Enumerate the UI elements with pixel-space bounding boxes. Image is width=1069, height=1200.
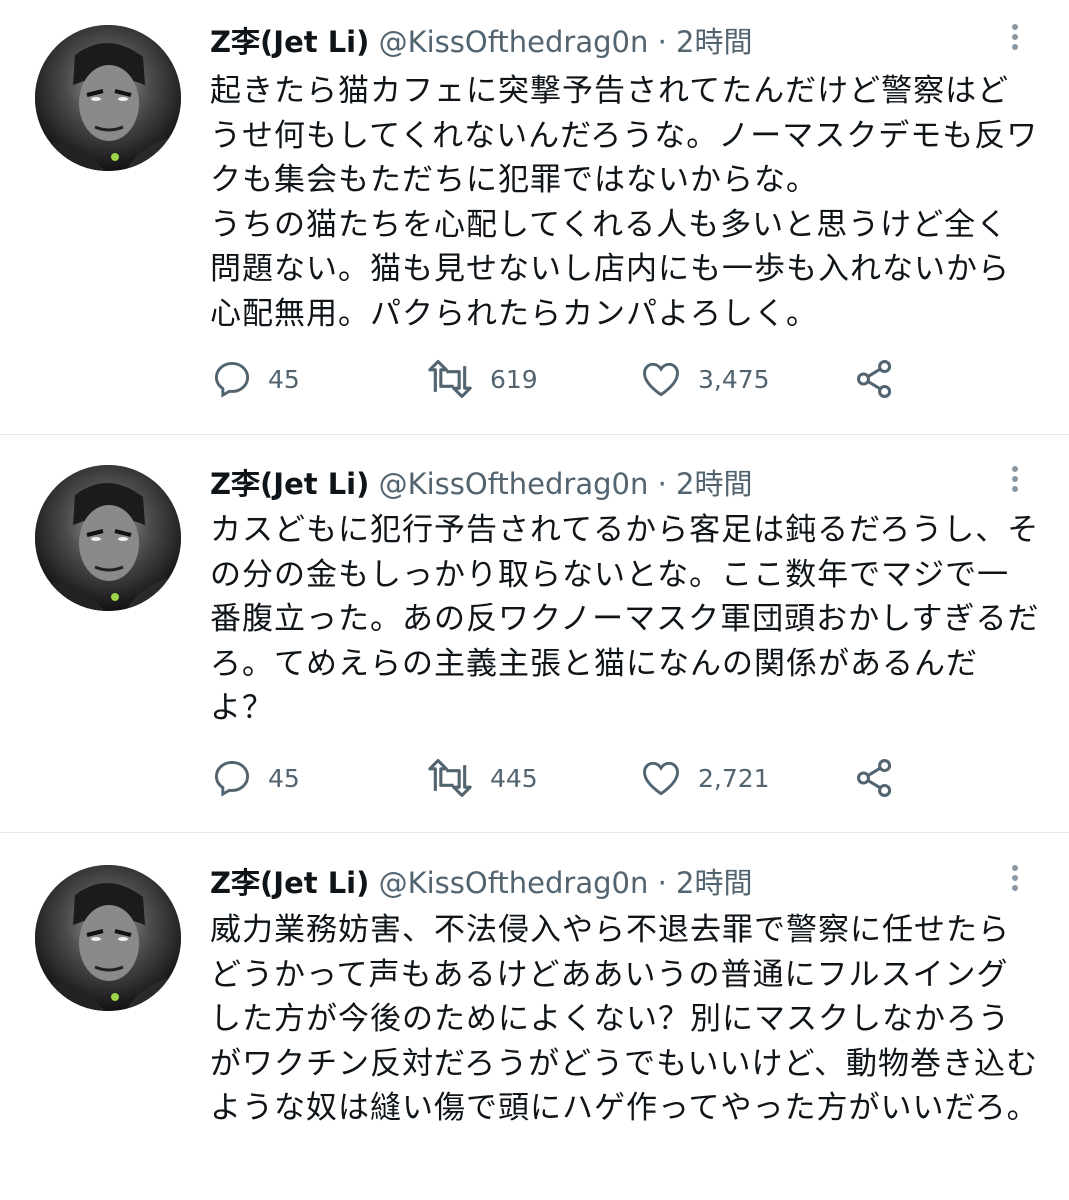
tweet-text: 起きたら猫カフェに突撃予告されてたんだけど警察はどうせ何もしてくれないんだろうな…: [210, 73, 1039, 332]
retweet-icon: [428, 759, 472, 797]
tweet-text: カスどもに犯行予告されてるから客足は鈍るだろうし、その分の金もしっかり取らないと…: [210, 512, 1040, 726]
more-options-icon[interactable]: [1005, 861, 1025, 901]
heart-icon: [643, 362, 679, 397]
retweet-button[interactable]: 445: [424, 753, 538, 803]
avatar[interactable]: [35, 25, 181, 171]
heart-icon: [643, 761, 679, 796]
avatar[interactable]: [35, 465, 181, 611]
avatar[interactable]: [35, 865, 181, 1011]
separator-dot: ·: [657, 866, 667, 900]
tweet-header: Z李(Jet Li) @KissOfthedrag0n · 2時間: [210, 464, 752, 504]
user-handle[interactable]: @KissOfthedrag0n: [379, 866, 649, 900]
display-name[interactable]: Z李(Jet Li): [210, 25, 369, 59]
user-handle[interactable]: @KissOfthedrag0n: [379, 25, 649, 59]
user-handle[interactable]: @KissOfthedrag0n: [379, 467, 649, 501]
share-button[interactable]: [852, 753, 898, 803]
tweet-header: Z李(Jet Li) @KissOfthedrag0n · 2時間: [210, 22, 752, 62]
reply-button[interactable]: 45: [210, 753, 300, 803]
share-button[interactable]: [852, 354, 898, 404]
more-options-icon[interactable]: [1005, 20, 1025, 60]
tweet-header: Z李(Jet Li) @KissOfthedrag0n · 2時間: [210, 863, 752, 903]
display-name[interactable]: Z李(Jet Li): [210, 866, 369, 900]
divider: [0, 434, 1069, 435]
separator-dot: ·: [657, 25, 667, 59]
share-icon: [856, 759, 892, 797]
timestamp[interactable]: 2時間: [676, 25, 752, 59]
reply-button[interactable]: 45: [210, 354, 300, 404]
retweet-count: 445: [490, 763, 538, 793]
timestamp[interactable]: 2時間: [676, 866, 752, 900]
share-icon: [856, 360, 892, 398]
like-count: 3,475: [698, 364, 770, 394]
reply-count: 45: [268, 364, 300, 394]
reply-icon: [214, 361, 250, 398]
like-count: 2,721: [698, 763, 770, 793]
retweet-icon: [428, 360, 472, 398]
display-name[interactable]: Z李(Jet Li): [210, 467, 369, 501]
retweet-count: 619: [490, 364, 538, 394]
timestamp[interactable]: 2時間: [676, 467, 752, 501]
divider: [0, 832, 1069, 833]
reply-count: 45: [268, 763, 300, 793]
tweet-text: 威力業務妨害、不法侵入やら不退去罪で警察に任せたらどうかって声もあるけどああいう…: [210, 912, 1039, 1126]
like-button[interactable]: 3,475: [638, 354, 770, 404]
like-button[interactable]: 2,721: [638, 753, 770, 803]
more-options-icon[interactable]: [1005, 462, 1025, 502]
retweet-button[interactable]: 619: [424, 354, 538, 404]
separator-dot: ·: [657, 467, 667, 501]
reply-icon: [214, 760, 250, 797]
